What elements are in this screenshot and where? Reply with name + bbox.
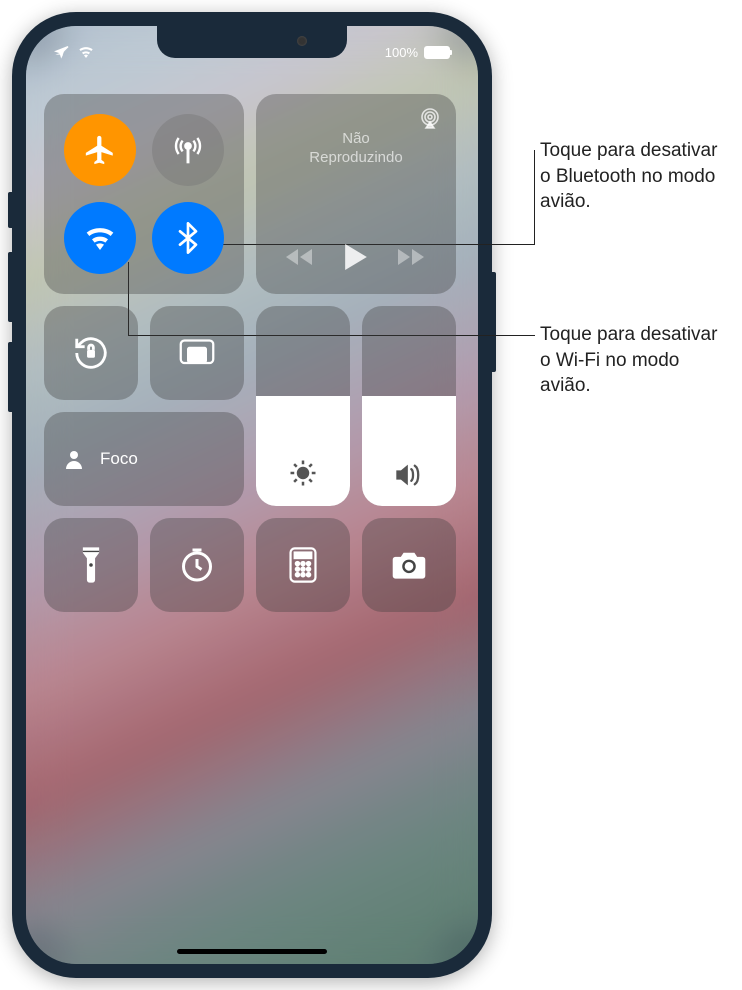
cellular-antenna-icon <box>172 134 204 166</box>
callout-line-bluetooth-v <box>534 150 535 244</box>
bluetooth-icon <box>178 222 198 254</box>
play-button[interactable] <box>345 244 367 270</box>
brightness-slider[interactable] <box>256 306 350 506</box>
callout-wifi: Toque para desativar o Wi‑Fi no modo avi… <box>540 322 730 399</box>
wifi-icon <box>84 226 116 250</box>
screen-mirroring-button[interactable] <box>150 306 244 400</box>
timer-icon <box>179 547 215 583</box>
volume-down-button <box>8 342 12 412</box>
callout-bluetooth: Toque para desativar o Bluetooth no modo… <box>540 138 730 215</box>
airplay-icon[interactable] <box>418 106 442 130</box>
media-title: Não Reproduzindo <box>270 130 442 244</box>
battery-percentage: 100% <box>385 45 418 60</box>
phone-frame: 100% <box>12 12 492 978</box>
home-indicator[interactable] <box>177 949 327 954</box>
connectivity-module[interactable] <box>44 94 244 294</box>
flashlight-icon <box>80 546 102 584</box>
side-button <box>8 192 12 228</box>
focus-label: Foco <box>100 449 138 469</box>
calculator-button[interactable] <box>256 518 350 612</box>
rewind-button[interactable] <box>286 247 314 267</box>
cellular-data-toggle[interactable] <box>152 114 224 186</box>
bluetooth-toggle[interactable] <box>152 202 224 274</box>
volume-up-button <box>8 252 12 322</box>
media-title-line2: Reproduzindo <box>270 149 442 168</box>
calculator-icon <box>289 547 317 583</box>
orientation-lock-toggle[interactable] <box>44 306 138 400</box>
focus-button[interactable]: Foco <box>44 412 244 506</box>
brightness-icon <box>288 458 318 488</box>
notch <box>157 26 347 58</box>
focus-person-icon <box>62 447 86 471</box>
forward-button[interactable] <box>398 247 426 267</box>
camera-icon <box>390 550 428 580</box>
wifi-status-icon <box>78 46 94 58</box>
airplane-status-icon <box>54 44 70 60</box>
airplane-icon <box>83 133 117 167</box>
brightness-fill <box>256 396 350 506</box>
volume-fill <box>362 396 456 506</box>
screen-mirroring-icon <box>178 338 216 368</box>
battery-icon <box>424 46 450 59</box>
control-center: Não Reproduzindo <box>44 94 460 612</box>
volume-icon <box>394 462 424 488</box>
power-button <box>492 272 496 372</box>
orientation-lock-icon <box>72 334 110 372</box>
volume-slider[interactable] <box>362 306 456 506</box>
media-title-line1: Não <box>270 130 442 149</box>
flashlight-button[interactable] <box>44 518 138 612</box>
phone-screen: 100% <box>26 26 478 964</box>
airplane-mode-toggle[interactable] <box>64 114 136 186</box>
camera-button[interactable] <box>362 518 456 612</box>
media-module[interactable]: Não Reproduzindo <box>256 94 456 294</box>
timer-button[interactable] <box>150 518 244 612</box>
wifi-toggle[interactable] <box>64 202 136 274</box>
